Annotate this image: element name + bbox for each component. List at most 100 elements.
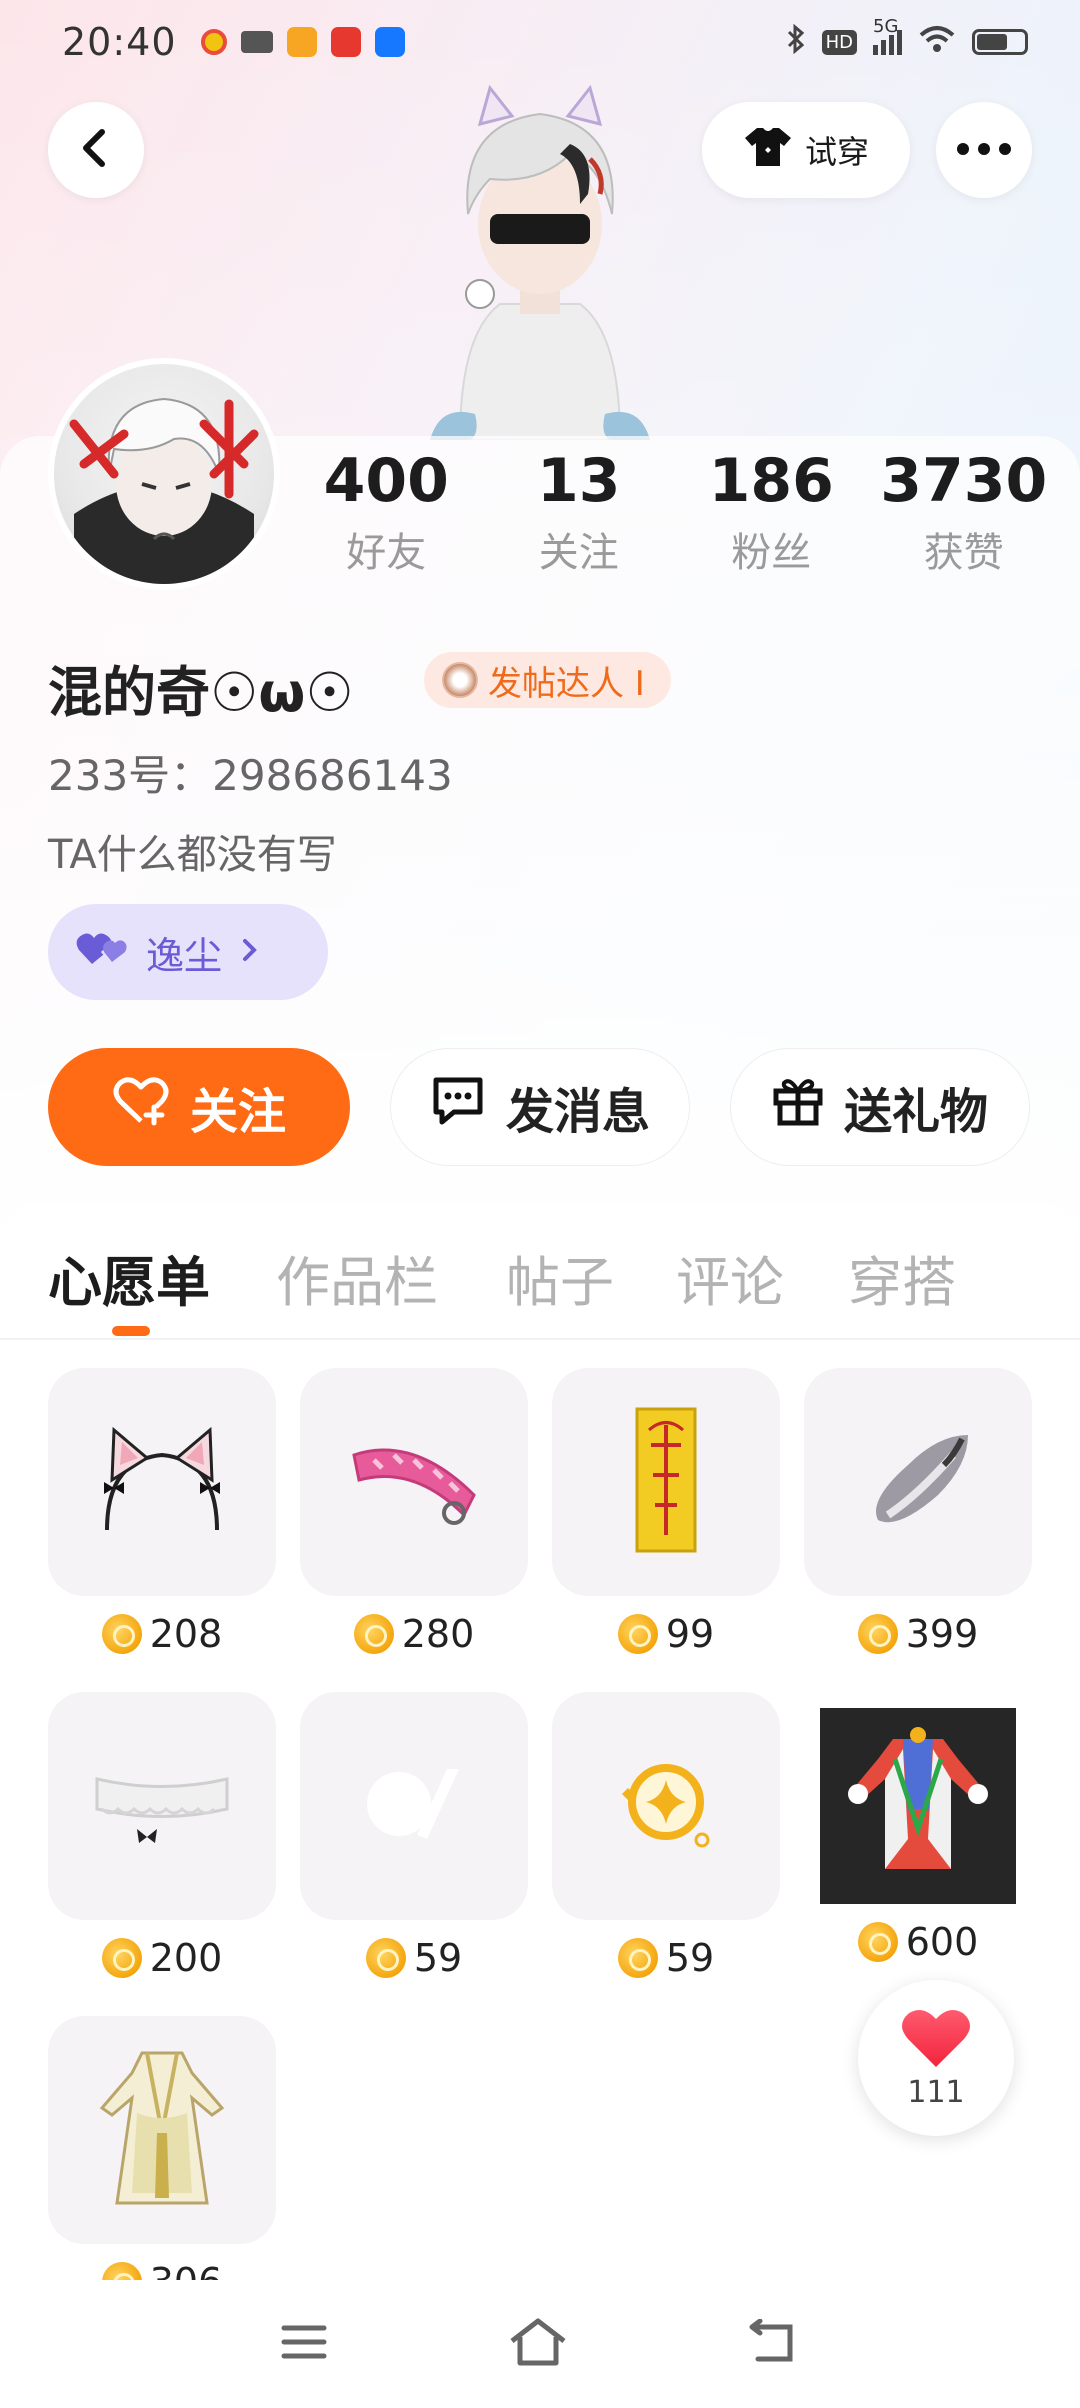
poster-badge[interactable]: 发帖达人 Ⅰ xyxy=(424,652,671,708)
wishlist-item[interactable]: 208 xyxy=(48,1368,276,1656)
follow-label: 关注 xyxy=(189,1084,286,1140)
back-nav-icon[interactable] xyxy=(748,2318,800,2369)
fluffy-tail-icon xyxy=(858,1425,978,1539)
notification-icons xyxy=(200,27,405,57)
heart-icon xyxy=(900,2007,972,2073)
price-value: 399 xyxy=(905,1612,979,1656)
stat-likes[interactable]: 3730 获赞 xyxy=(868,448,1061,578)
item-price: 99 xyxy=(552,1612,780,1656)
wishlist-item[interactable]: 200 xyxy=(48,1692,276,1980)
message-label: 发消息 xyxy=(505,1084,650,1140)
message-button[interactable]: 发消息 xyxy=(390,1048,690,1166)
profile-tabs: 心愿单 作品栏 帖子 评论 穿搭 xyxy=(0,1204,1080,1340)
price-value: 280 xyxy=(401,1612,475,1656)
robe-icon xyxy=(97,2043,227,2217)
tab-wishlist[interactable]: 心愿单 xyxy=(48,1238,210,1317)
stat-following[interactable]: 13 关注 xyxy=(483,448,676,578)
item-price: 59 xyxy=(552,1936,780,1980)
active-tab-indicator xyxy=(112,1326,150,1336)
wishlist-item[interactable]: 59 xyxy=(552,1692,780,1980)
like-count: 111 xyxy=(907,2074,965,2110)
user-bio: TA什么都没有写 xyxy=(48,832,337,878)
profile-stats: 400 好友 13 关注 186 粉丝 3730 获赞 xyxy=(290,448,1060,578)
pink-collar-icon xyxy=(344,1425,484,1539)
stat-value: 186 xyxy=(708,446,834,516)
coin-icon xyxy=(365,1938,406,1978)
price-value: 99 xyxy=(665,1612,715,1656)
wishlist-item[interactable]: 306 xyxy=(48,2016,276,2304)
try-on-button[interactable]: 试穿 xyxy=(702,102,910,198)
status-time: 20:40 xyxy=(62,20,177,64)
item-image xyxy=(804,1368,1032,1596)
signal-icon: 5G xyxy=(873,16,902,55)
item-image xyxy=(48,1368,276,1596)
back-button[interactable] xyxy=(48,102,144,198)
heart-plus-icon xyxy=(112,1075,170,1139)
wishlist-item[interactable]: 99 xyxy=(552,1368,780,1656)
lace-choker-icon xyxy=(87,1749,237,1863)
chat-bubble-icon xyxy=(430,1074,486,1140)
more-dots-icon xyxy=(956,141,1012,160)
gift-label: 送礼物 xyxy=(843,1084,988,1140)
user-id: 233号：298686143 xyxy=(48,751,453,800)
stat-value: 13 xyxy=(537,446,621,516)
double-heart-icon xyxy=(76,930,128,975)
tag-label: 逸尘 xyxy=(146,933,223,978)
placeholder-logo-icon xyxy=(359,1759,469,1853)
battery-icon xyxy=(972,29,1028,55)
gift-box-icon xyxy=(772,1075,824,1139)
badge-avatar-icon xyxy=(442,662,478,698)
avatar-3d-figure[interactable] xyxy=(420,84,660,441)
coin-icon xyxy=(101,1614,142,1654)
price-value: 59 xyxy=(665,1936,715,1980)
chevron-left-icon xyxy=(76,126,116,174)
bluetooth-icon xyxy=(786,23,806,60)
coin-icon xyxy=(101,1938,142,1978)
like-button[interactable]: 111 xyxy=(858,1980,1014,2136)
alipay-notification-icon xyxy=(374,27,405,57)
item-image xyxy=(48,2016,276,2244)
tab-works[interactable]: 作品栏 xyxy=(276,1238,438,1317)
weibo-notification-icon xyxy=(200,29,227,55)
wishlist-item[interactable]: 59 xyxy=(300,1692,528,1980)
follow-button[interactable]: 关注 xyxy=(48,1048,350,1166)
wishlist-item[interactable]: 280 xyxy=(300,1368,528,1656)
wishlist-item[interactable]: 600 xyxy=(804,1692,1032,1964)
stat-label: 关注 xyxy=(538,530,619,576)
price-value: 600 xyxy=(905,1920,979,1964)
wifi-icon xyxy=(918,24,956,60)
taobao-notification-icon xyxy=(330,27,361,57)
more-button[interactable] xyxy=(936,102,1032,198)
stat-value: 400 xyxy=(323,446,449,516)
avatar[interactable] xyxy=(48,358,280,590)
try-on-label: 试穿 xyxy=(804,133,869,171)
item-image xyxy=(48,1692,276,1920)
price-value: 208 xyxy=(149,1612,223,1656)
stat-label: 好友 xyxy=(346,530,427,576)
menu-icon[interactable] xyxy=(280,2322,328,2366)
network-type: 5G xyxy=(873,15,899,37)
app-notification-icon xyxy=(286,27,317,57)
wishlist-item[interactable]: 399 xyxy=(804,1368,1032,1656)
coin-icon xyxy=(857,1614,898,1654)
tab-comments[interactable]: 评论 xyxy=(676,1238,784,1317)
tab-outfits[interactable]: 穿搭 xyxy=(848,1238,956,1317)
avatar-image xyxy=(54,364,274,584)
item-image xyxy=(552,1692,780,1920)
relationship-tag[interactable]: 逸尘 xyxy=(48,904,328,1000)
send-gift-button[interactable]: 送礼物 xyxy=(730,1048,1030,1166)
coin-icon xyxy=(857,1922,898,1962)
stat-label: 获赞 xyxy=(923,530,1004,576)
tab-posts[interactable]: 帖子 xyxy=(506,1238,614,1317)
item-price: 399 xyxy=(804,1612,1032,1656)
coin-icon xyxy=(617,1938,658,1978)
username: 混的奇☉ω☉ xyxy=(48,661,354,724)
stat-followers[interactable]: 186 粉丝 xyxy=(675,448,868,578)
home-icon[interactable] xyxy=(508,2317,568,2371)
stat-friends[interactable]: 400 好友 xyxy=(290,448,483,578)
item-price: 208 xyxy=(48,1612,276,1656)
badge-label: 发帖达人 Ⅰ xyxy=(488,663,645,704)
costume-outfit-icon xyxy=(833,1719,1003,1893)
stat-value: 3730 xyxy=(880,446,1048,516)
talisman-icon xyxy=(631,1405,701,1559)
